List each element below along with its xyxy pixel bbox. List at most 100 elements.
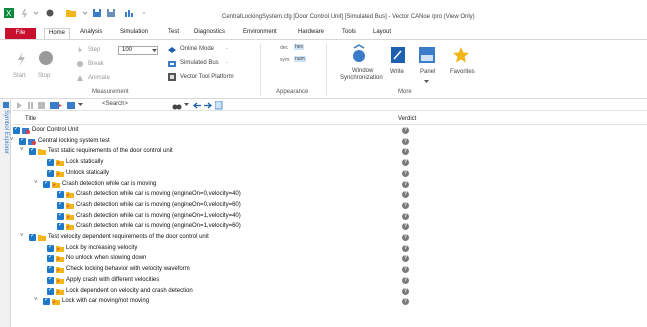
chart-icon[interactable]: [124, 8, 134, 18]
row-checkbox[interactable]: [29, 146, 36, 156]
tree-row[interactable]: Crash detection while car is moving (eng…: [13, 221, 647, 232]
binoculars-icon[interactable]: [172, 101, 182, 110]
tab-simulation[interactable]: Simulation: [120, 29, 148, 35]
tree-row[interactable]: ˅ Lock with car moving/not moving?: [13, 296, 647, 307]
appearance-num-button[interactable]: num: [294, 56, 306, 62]
tab-diagnostics[interactable]: Diagnostics: [194, 29, 225, 35]
favorites-button[interactable]: Favorites: [450, 69, 475, 75]
tree-row[interactable]: Apply crash with different velocities?: [13, 275, 647, 286]
test-config-icon[interactable]: [50, 101, 62, 110]
tab-environment[interactable]: Environment: [243, 29, 277, 35]
simulated-bus-dropdown[interactable]: -: [226, 60, 228, 66]
save-as-icon[interactable]: [106, 8, 116, 18]
arrow-right-icon[interactable]: [204, 102, 212, 109]
animate-button[interactable]: Animate: [88, 75, 110, 81]
online-mode-button[interactable]: Online Mode: [180, 46, 214, 52]
symbol-explorer-tab[interactable]: Symbol Explorer: [3, 110, 9, 154]
row-checkbox[interactable]: [43, 296, 50, 306]
row-checkbox[interactable]: [57, 221, 64, 231]
pin-icon[interactable]: [2, 101, 10, 109]
customize-quick-access-icon[interactable]: [139, 8, 149, 18]
open-folder-icon[interactable]: [66, 8, 76, 18]
expand-chevron-icon[interactable]: ˅: [10, 137, 14, 143]
row-checkbox[interactable]: [47, 286, 54, 295]
stop-quick-icon[interactable]: [45, 8, 55, 18]
pause-icon[interactable]: [27, 102, 34, 109]
dropdown-icon-2[interactable]: [80, 8, 90, 18]
stop-square-icon[interactable]: [38, 102, 45, 109]
vector-tool-platform-icon[interactable]: [168, 73, 176, 81]
stop-icon[interactable]: [38, 50, 54, 66]
appearance-dec-button[interactable]: dec: [280, 45, 288, 51]
start-button[interactable]: Start: [13, 73, 26, 79]
tab-analysis[interactable]: Analysis: [80, 29, 102, 35]
window-sync-label-2[interactable]: Synchronization: [340, 75, 383, 81]
write-button[interactable]: Write: [390, 69, 404, 75]
window-sync-label-1[interactable]: Window: [352, 68, 373, 74]
online-mode-dropdown[interactable]: -: [226, 46, 228, 52]
expand-chevron-icon[interactable]: ˅: [34, 297, 38, 303]
chevron-down-icon[interactable]: [152, 48, 157, 53]
row-checkbox[interactable]: [57, 200, 64, 209]
animate-icon[interactable]: [76, 74, 84, 82]
tree-row[interactable]: Lock statically?: [13, 157, 647, 168]
tree-row[interactable]: Check locking behavior with velocity wav…: [13, 264, 647, 275]
row-checkbox[interactable]: [47, 264, 54, 274]
highlight-icon[interactable]: [215, 101, 224, 110]
step-icon[interactable]: [76, 46, 84, 54]
tree-row[interactable]: ˅ Test velocity dependent requirements of…: [13, 232, 647, 243]
play-icon[interactable]: [16, 102, 23, 109]
favorites-star-icon[interactable]: [452, 46, 470, 64]
filter-icon[interactable]: [67, 102, 75, 109]
tab-hardware[interactable]: Hardware: [298, 29, 324, 35]
column-header-title[interactable]: Title: [25, 116, 36, 122]
row-checkbox[interactable]: [43, 179, 50, 188]
tree-row[interactable]: No unlock when slowing down?: [13, 253, 647, 264]
panel-icon[interactable]: [419, 47, 435, 63]
save-icon[interactable]: [92, 8, 102, 18]
start-quick-icon[interactable]: [20, 8, 30, 18]
dropdown-icon[interactable]: [31, 8, 41, 18]
row-checkbox[interactable]: [57, 189, 64, 199]
row-checkbox[interactable]: [29, 232, 36, 241]
simulated-bus-icon[interactable]: [168, 60, 176, 68]
row-checkbox[interactable]: [47, 275, 54, 284]
panel-dropdown-icon[interactable]: [424, 80, 429, 84]
filter-dropdown-icon[interactable]: [78, 103, 83, 107]
tree-row[interactable]: ˅ Crash detection while car is moving?: [13, 179, 647, 190]
column-header-verdict[interactable]: Verdict: [398, 116, 416, 122]
tree-row[interactable]: Lock by increasing velocity?: [13, 243, 647, 254]
tree-row[interactable]: Crash detection while car is moving (eng…: [13, 200, 647, 211]
tab-test[interactable]: Test: [168, 29, 179, 35]
row-checkbox[interactable]: [47, 168, 54, 177]
tree-row[interactable]: Lock dependent on velocity and crash det…: [13, 286, 647, 297]
tree-row[interactable]: ˅ Central locking system test?: [10, 136, 647, 147]
row-checkbox[interactable]: [19, 136, 26, 145]
expand-chevron-icon[interactable]: ˅: [20, 147, 24, 153]
panel-button[interactable]: Panel: [420, 69, 435, 75]
appearance-sym-button[interactable]: sym: [280, 57, 289, 63]
row-checkbox[interactable]: [47, 243, 54, 252]
tab-file[interactable]: File: [5, 28, 36, 39]
row-checkbox[interactable]: [47, 253, 54, 263]
stop-button[interactable]: Stop: [38, 73, 50, 79]
row-checkbox[interactable]: [13, 125, 20, 134]
arrow-left-icon[interactable]: [193, 102, 201, 109]
expand-chevron-icon[interactable]: ˅: [34, 180, 38, 186]
tree-row[interactable]: ˅ Test static requirements of the door co…: [13, 146, 647, 157]
tree-row[interactable]: Unlock statically?: [13, 168, 647, 179]
search-input[interactable]: <Search>: [102, 101, 128, 107]
step-button[interactable]: Step: [88, 47, 100, 53]
search-dropdown-icon[interactable]: [184, 103, 189, 107]
write-icon[interactable]: [391, 47, 405, 63]
vector-tool-platform-button[interactable]: Vector Tool Platform: [180, 74, 234, 80]
tab-layout[interactable]: Layout: [373, 29, 391, 35]
window-synchronization-icon[interactable]: [350, 44, 368, 64]
tab-tools[interactable]: Tools: [342, 29, 356, 35]
break-icon[interactable]: [76, 60, 84, 68]
tree-row[interactable]: Crash detection while car is moving (eng…: [13, 211, 647, 222]
tree-row[interactable]: Crash detection while car is moving (eng…: [13, 189, 647, 200]
start-icon[interactable]: [14, 50, 28, 68]
break-button[interactable]: Break: [88, 61, 104, 67]
row-checkbox[interactable]: [47, 157, 54, 167]
